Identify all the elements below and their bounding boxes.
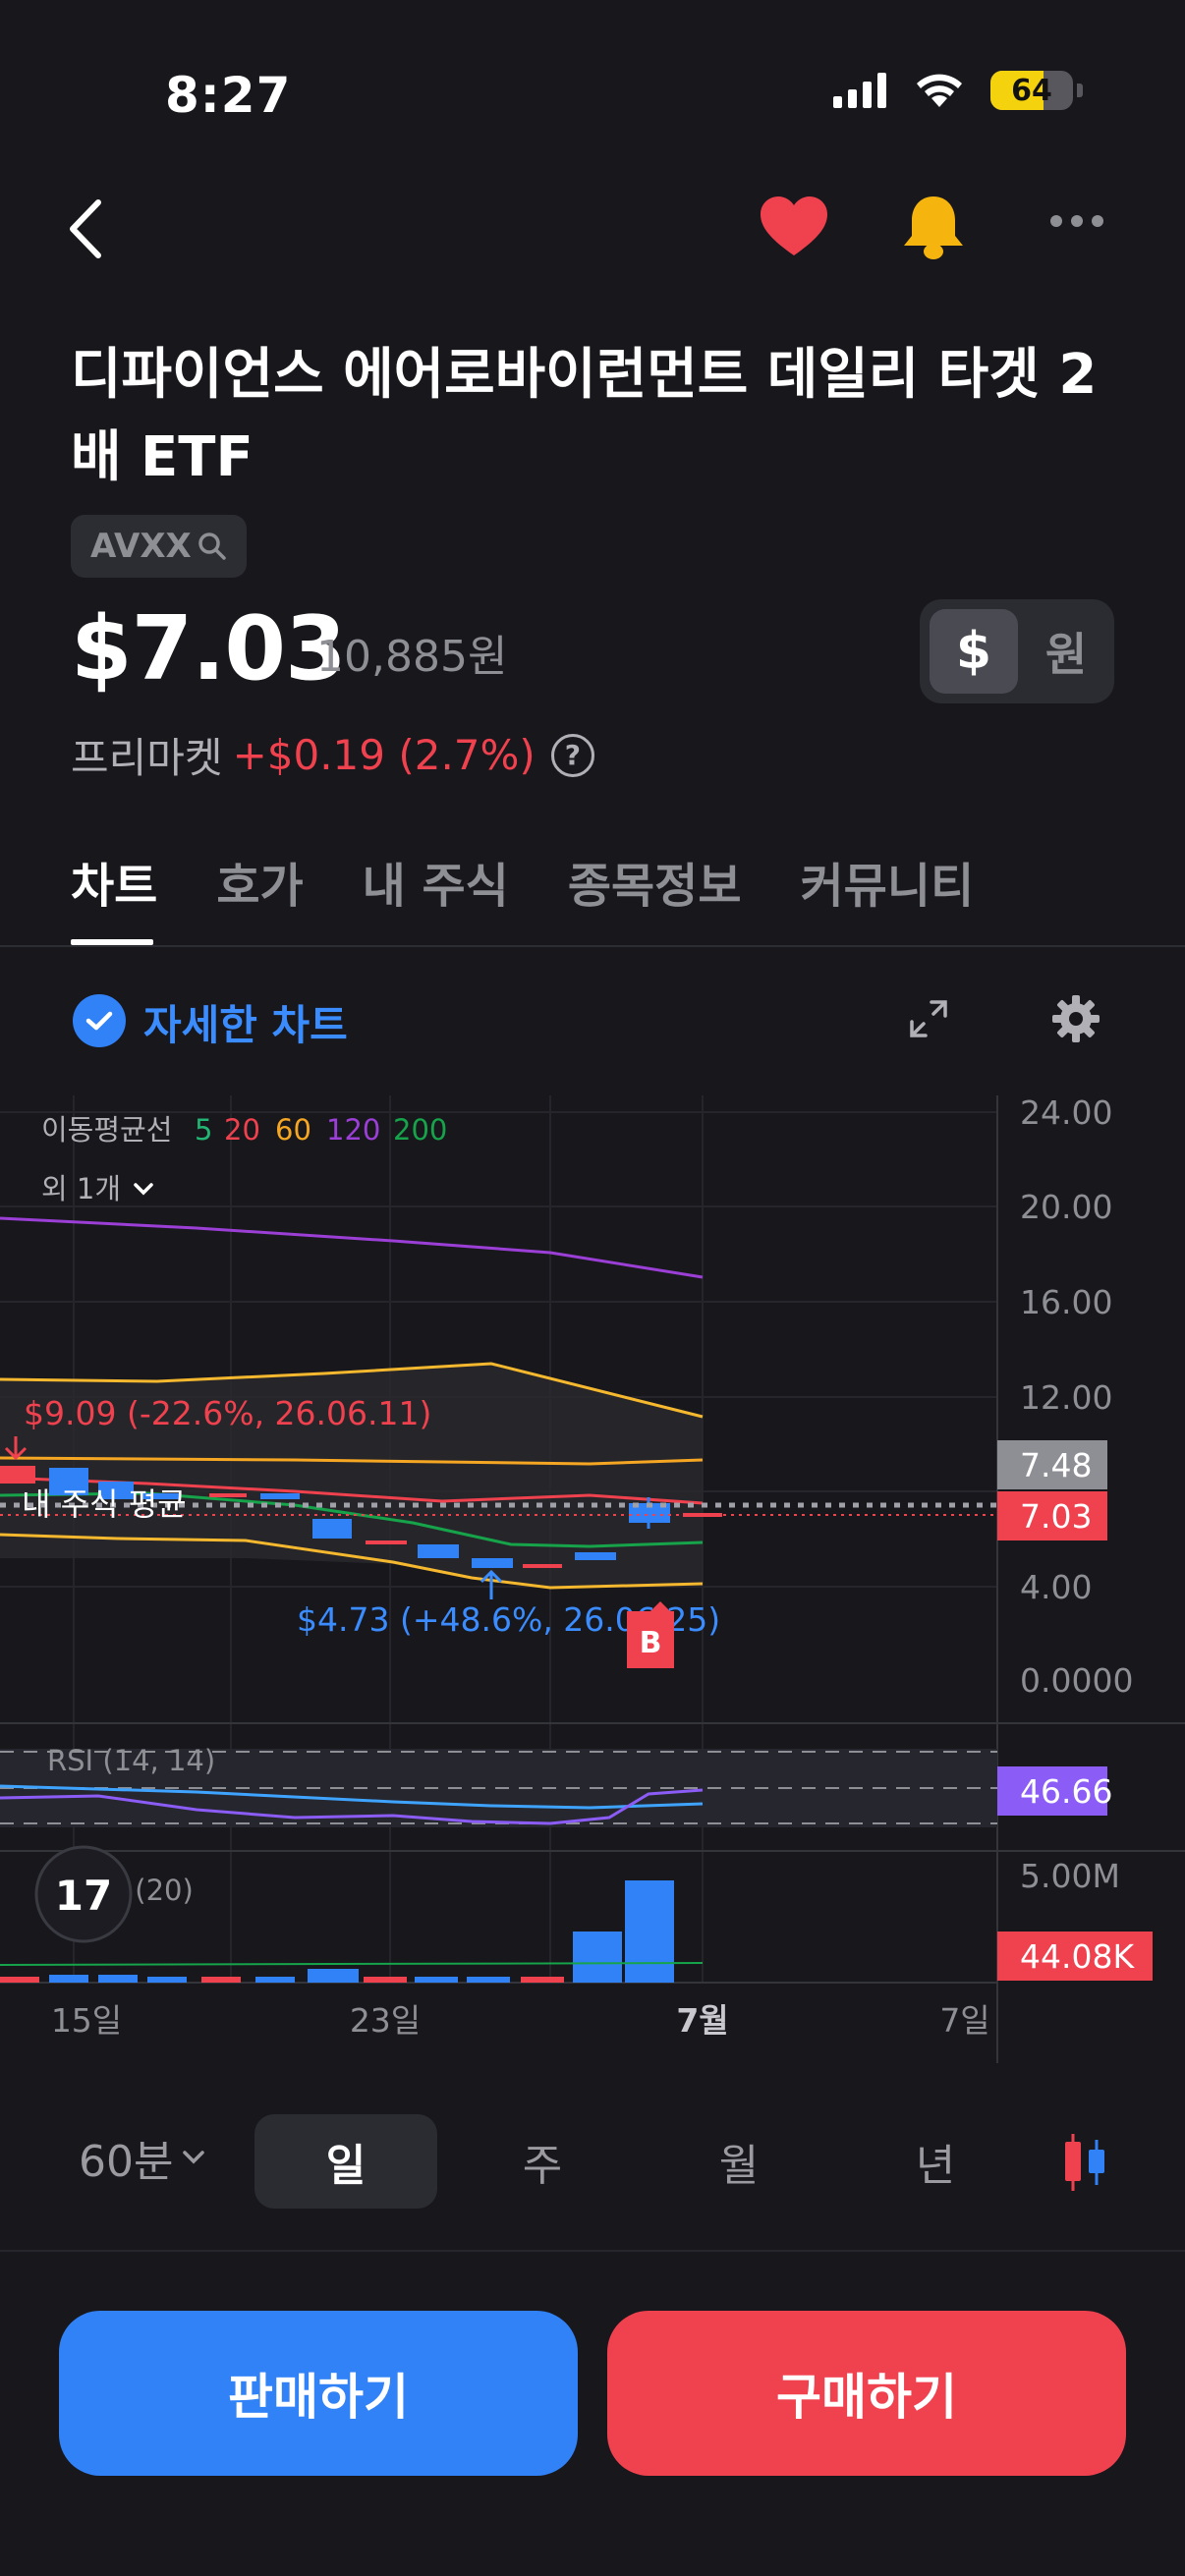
currency-toggle[interactable]: $ 원	[920, 599, 1114, 703]
more-indicators[interactable]: 외 1개	[41, 1172, 121, 1205]
chevron-down-icon	[183, 2151, 205, 2164]
ma-20: 20	[224, 1113, 260, 1147]
y-tick: 12.00	[1020, 1378, 1112, 1417]
y-tick: 0.0000	[1020, 1661, 1133, 1700]
x-tick: 15일	[51, 2001, 122, 2040]
avg-price-value: 7.48	[1020, 1446, 1092, 1484]
ma-120: 120	[326, 1113, 380, 1147]
tab-chart[interactable]: 차트	[71, 847, 157, 916]
detail-chart-label[interactable]: 자세한 차트	[143, 992, 348, 1052]
minute-interval-dropdown[interactable]: 60분	[79, 2126, 206, 2189]
check-icon	[85, 1011, 113, 1031]
ma-label: 이동평균선	[41, 1113, 172, 1147]
ticker-search-chip[interactable]: AVXX	[71, 515, 247, 578]
x-tick: 7일	[939, 2001, 989, 2040]
bell-icon[interactable]	[900, 193, 967, 261]
battery-icon: 64	[990, 71, 1073, 110]
more-icon[interactable]	[1049, 214, 1104, 228]
battery-level: 64	[1011, 73, 1052, 108]
tab-my-stock[interactable]: 내 주식	[363, 847, 509, 916]
y-tick: 4.00	[1020, 1568, 1092, 1606]
buy-marker-label: B	[640, 1626, 662, 1660]
ma-5: 5	[195, 1113, 212, 1147]
premarket-row: 프리마켓 +$0.19 (2.7%) ?	[71, 725, 594, 785]
cellular-signal-icon	[833, 73, 886, 108]
x-tick: 23일	[350, 2001, 421, 2040]
volume-axis-top: 5.00M	[1020, 1857, 1120, 1895]
sell-button[interactable]: 판매하기	[59, 2311, 578, 2476]
back-icon[interactable]	[61, 196, 110, 261]
x-tick: 7월	[676, 2001, 728, 2040]
period-month[interactable]: 월	[648, 2114, 830, 2209]
buy-marker[interactable]: B	[627, 1601, 674, 1668]
minute-interval-label: 60분	[79, 2137, 174, 2187]
stock-name: 디파이언스 에어로바이런먼트 데일리 타겟 2배 ETF	[71, 343, 1098, 489]
status-indicators: 64	[833, 71, 1083, 110]
period-selector: 60분 일 주 월 년	[0, 2114, 1185, 2209]
tab-orderbook[interactable]: 호가	[216, 847, 303, 916]
period-year[interactable]: 년	[844, 2114, 1027, 2209]
wifi-icon	[917, 74, 962, 107]
rsi-value: 46.66	[1020, 1772, 1112, 1811]
y-tick: 24.00	[1020, 1093, 1112, 1132]
current-price: $7.03	[71, 597, 347, 700]
search-icon	[198, 532, 226, 560]
period-day[interactable]: 일	[254, 2114, 437, 2209]
gear-icon[interactable]	[1051, 994, 1100, 1043]
rsi-label: RSI (14, 14)	[47, 1744, 215, 1777]
high-annotation: $9.09 (-22.6%, 26.06.11)	[24, 1394, 431, 1432]
y-tick: 16.00	[1020, 1283, 1112, 1321]
divider	[0, 945, 1185, 947]
volume-value: 44.08K	[1020, 1937, 1135, 1976]
stock-tabs: 차트 호가 내 주식 종목정보 커뮤니티	[71, 847, 974, 916]
currency-krw-option[interactable]: 원	[1026, 609, 1106, 694]
y-tick: 20.00	[1020, 1188, 1112, 1226]
ma-200: 200	[393, 1113, 447, 1147]
ma-60: 60	[275, 1113, 311, 1147]
ticker-symbol: AVXX	[90, 527, 192, 566]
candlestick-icon[interactable]	[1061, 2132, 1108, 2193]
currency-usd-option[interactable]: $	[930, 609, 1018, 694]
price-chart[interactable]: 이동평균선 5 20 60 120 200 외 1개 $9.09 (-22.6%…	[0, 1081, 1185, 2063]
status-time: 8:27	[165, 67, 292, 124]
tab-stock-info[interactable]: 종목정보	[568, 847, 742, 916]
my-avg-label: 내 주식 평균	[22, 1485, 187, 1523]
tradingview-logo-text: 17	[55, 1872, 112, 1920]
heart-icon[interactable]	[759, 195, 829, 259]
buy-button[interactable]: 구매하기	[607, 2311, 1126, 2476]
premarket-change: +$0.19 (2.7%)	[232, 731, 536, 779]
chevron-down-icon	[134, 1183, 153, 1196]
premarket-label: 프리마켓	[71, 734, 223, 782]
expand-icon[interactable]	[908, 998, 949, 1039]
divider	[0, 2250, 1185, 2252]
current-price-value: 7.03	[1020, 1497, 1092, 1536]
period-week[interactable]: 주	[451, 2114, 634, 2209]
detail-chart-checkbox[interactable]	[73, 994, 126, 1047]
help-icon[interactable]: ?	[550, 733, 594, 777]
tab-community[interactable]: 커뮤니티	[801, 847, 975, 916]
price-krw: 10,885원	[316, 632, 508, 682]
